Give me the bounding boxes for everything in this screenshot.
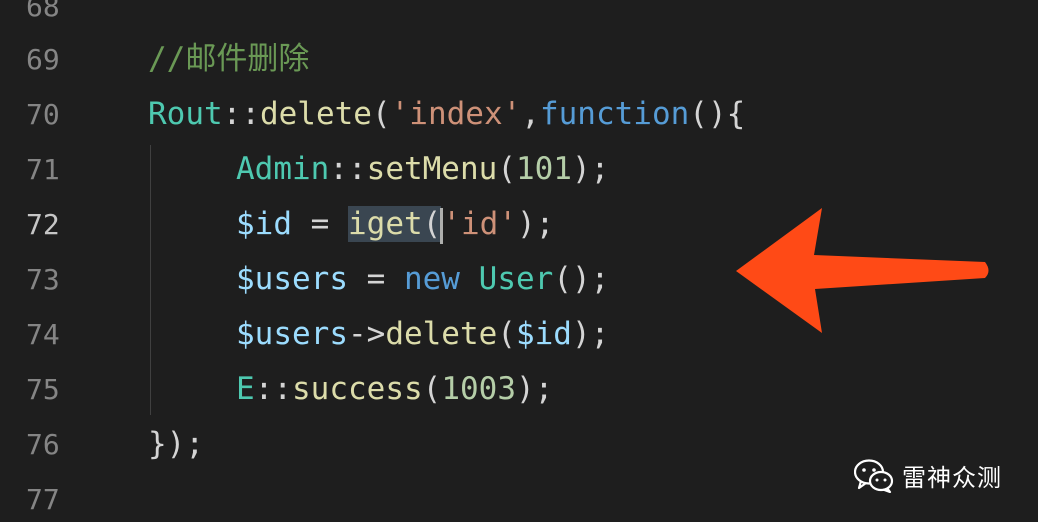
scope-operator: :: (329, 151, 367, 187)
code-editor[interactable]: 68 69 //邮件删除 70 Rout::delete('index',fun… (0, 0, 1038, 522)
function-token: delete (259, 96, 372, 132)
code-line[interactable]: 70 Rout::delete('index',function(){ (0, 87, 1038, 142)
code-text: Admin::setMenu(101); (236, 142, 609, 197)
arrow-shape (736, 208, 989, 333)
arrow-operator: -> (347, 316, 386, 352)
class-token: Rout (148, 96, 223, 132)
keyword-token: function (539, 96, 690, 132)
line-number: 74 (26, 318, 60, 351)
code-text: E::success(1003); (236, 362, 553, 417)
line-number: 70 (26, 98, 60, 131)
punctuation-token: (){ (689, 96, 746, 132)
annotation-arrow (736, 208, 989, 333)
line-number: 73 (26, 263, 60, 296)
variable-token: $id (515, 316, 572, 352)
function-token: iget (348, 206, 423, 242)
variable-token: $users (236, 316, 348, 352)
punctuation-token: ); (515, 371, 554, 407)
class-token: E (236, 371, 255, 407)
line-number: 69 (26, 43, 60, 76)
code-text: $users = new User(); (236, 252, 609, 307)
code-text: $id = iget('id'); (236, 197, 554, 252)
wechat-icon (854, 458, 894, 493)
code-line[interactable]: 75 E::success(1003); (0, 362, 1038, 417)
function-token: success (292, 371, 423, 407)
line-number: 75 (26, 373, 60, 406)
function-token: delete (385, 316, 498, 352)
function-token: setMenu (366, 151, 498, 187)
comment-token: //邮件删除 (148, 41, 310, 77)
line-number: 68 (26, 0, 60, 23)
code-text: //邮件删除 (148, 32, 309, 87)
keyword-token: new (403, 261, 460, 297)
line-number: 71 (26, 153, 60, 186)
string-token: 'index' (390, 96, 522, 132)
variable-token: $users (236, 261, 348, 297)
punctuation-token: ); (571, 151, 610, 187)
variable-token: $id (236, 206, 292, 242)
punctuation-token: ); (571, 316, 610, 352)
number-token: 101 (515, 151, 572, 187)
scope-operator: :: (254, 371, 292, 407)
number-token: 1003 (441, 371, 516, 407)
punctuation-token: (); (553, 261, 610, 297)
class-token: User (478, 261, 554, 297)
code-line[interactable]: 71 Admin::setMenu(101); (0, 142, 1038, 197)
code-text: Rout::delete('index',function(){ (148, 87, 745, 142)
assign-operator: = (347, 261, 404, 297)
code-text: $users->delete($id); (236, 307, 609, 362)
assign-operator: = (292, 206, 348, 242)
paren-token: ( (422, 371, 442, 407)
paren-token: ( (497, 316, 516, 352)
punctuation-token: ); (516, 206, 555, 242)
selection-highlight: iget( (348, 206, 442, 242)
string-token: 'id' (442, 206, 517, 242)
punctuation-token: }); (148, 426, 204, 462)
class-token: Admin (236, 151, 330, 187)
paren-token: ( (422, 206, 442, 242)
line-number: 72 (26, 208, 60, 241)
code-text: }); (148, 417, 204, 472)
code-line[interactable]: 68 (0, 0, 1038, 34)
comma-token: , (521, 96, 540, 132)
scope-operator: :: (222, 96, 260, 132)
paren-token: ( (497, 151, 516, 187)
code-line[interactable]: 69 //邮件删除 (0, 32, 1038, 87)
watermark-text: 雷神众测 (902, 464, 1002, 492)
line-number: 77 (26, 483, 60, 516)
paren-token: ( (371, 96, 391, 132)
watermark: 雷神众测 (854, 458, 1002, 493)
line-number: 76 (26, 428, 60, 461)
